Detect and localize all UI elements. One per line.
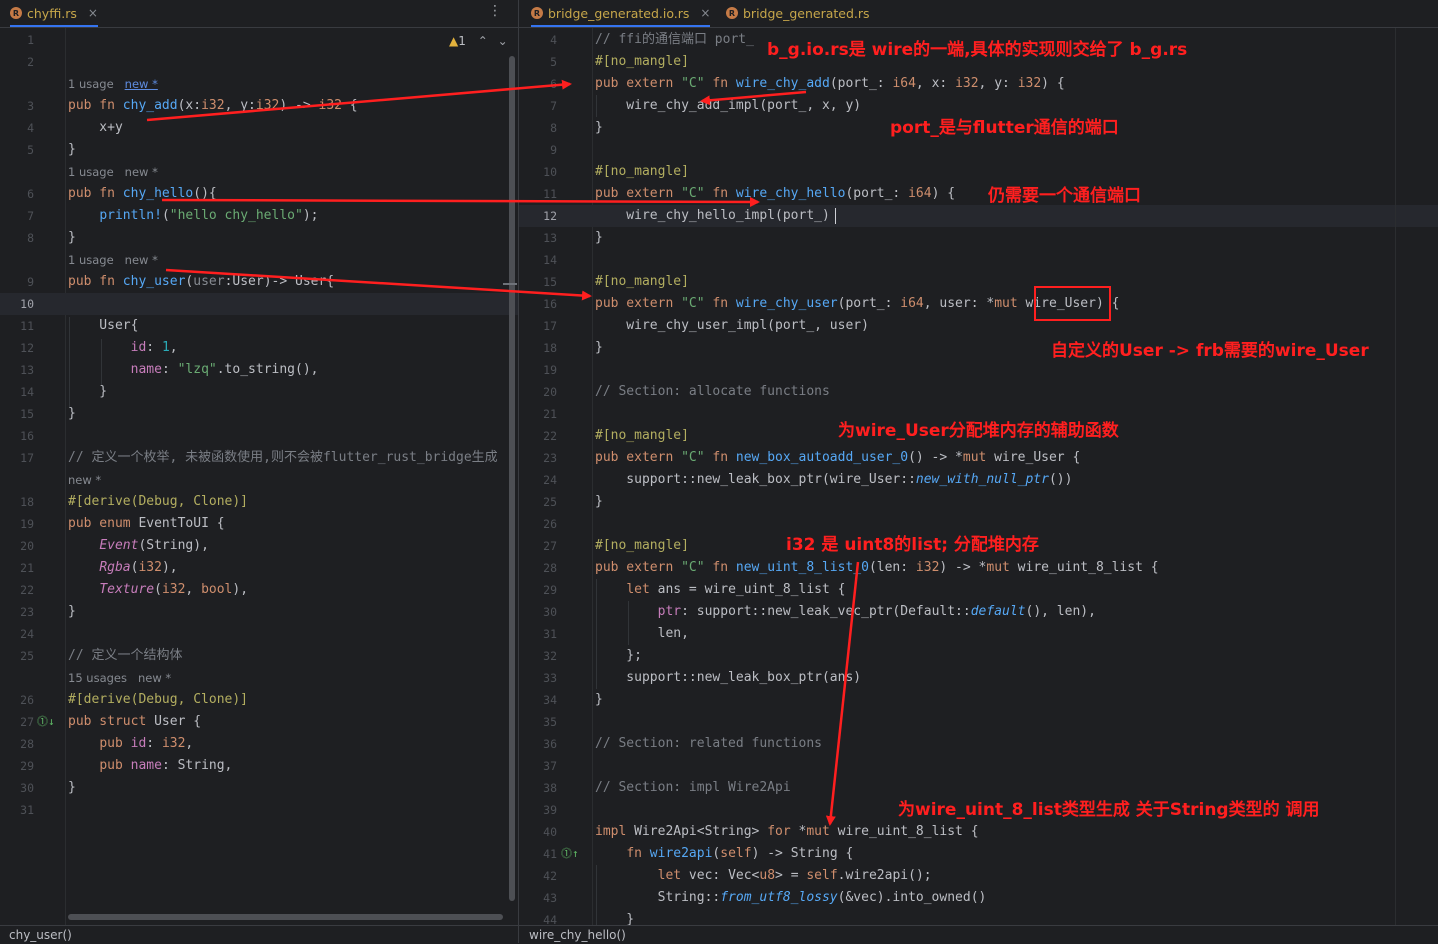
indent-guide: [628, 601, 629, 645]
highlight-box: [1034, 286, 1111, 321]
rust-file-icon: R: [726, 7, 738, 19]
annotation-text: b_g.io.rs是 wire的一端,具体的实现则交给了 b_g.rs: [767, 40, 1188, 60]
vertical-scrollbar[interactable]: [509, 56, 515, 901]
annotation-text: 自定义的User -> frb需要的wire_User: [1051, 341, 1369, 361]
indent-guide: [101, 339, 102, 385]
close-tab-icon[interactable]: ×: [700, 6, 710, 20]
annotation-text: 为wire_uint_8_list类型生成 关于String类型的 调用: [898, 800, 1320, 820]
indent-guide: [596, 865, 597, 925]
usage-hint[interactable]: 1 usage new *: [68, 253, 158, 267]
horizontal-scrollbar[interactable]: [68, 914, 503, 920]
left-status-bar: chy_user(): [0, 925, 518, 944]
text-cursor: [835, 208, 836, 224]
breadcrumb[interactable]: wire_chy_hello(): [529, 928, 626, 942]
left-tab-bar: R chyffi.rs × ⋮: [0, 0, 518, 28]
annotation-text: 仍需要一个通信端口: [988, 186, 1141, 206]
indent-guide: [596, 95, 597, 117]
usage-hint[interactable]: 1 usage new *: [68, 77, 158, 91]
usage-hint[interactable]: 1 usage new *: [68, 165, 158, 179]
change-marker: [503, 283, 517, 285]
tab-chyffi-rs[interactable]: R chyffi.rs ×: [10, 0, 98, 27]
indent-guide: [69, 317, 70, 407]
tab-bridge-generated-rs[interactable]: R bridge_generated.rs: [726, 0, 870, 26]
rust-file-icon: R: [10, 7, 22, 19]
more-options-icon[interactable]: ⋮: [488, 3, 502, 19]
breadcrumb[interactable]: chy_user(): [9, 928, 72, 942]
annotation-text: i32 是 uint8的list; 分配堆内存: [786, 535, 1039, 555]
tab-bridge-generated-io-rs[interactable]: R bridge_generated.io.rs ×: [531, 0, 711, 27]
annotation-text: 为wire_User分配堆内存的辅助函数: [838, 421, 1119, 441]
usage-hint[interactable]: new *: [68, 473, 101, 487]
right-tab-bar: R bridge_generated.io.rs × R bridge_gene…: [519, 0, 1438, 28]
annotation-text: port_是与flutter通信的端口: [890, 118, 1119, 138]
rust-file-icon: R: [531, 7, 543, 19]
right-margin-line: [1395, 28, 1396, 925]
overrides-icon[interactable]: ⓵↑: [561, 843, 579, 865]
right-editor-pane: R bridge_generated.io.rs × R bridge_gene…: [519, 0, 1438, 925]
indent-guide: [596, 579, 597, 689]
implemented-icon[interactable]: ⓵↓: [37, 711, 55, 733]
left-editor-pane: R chyffi.rs × ⋮ ▲1 ⌃ ⌄ 1 2 1 usage new *…: [0, 0, 518, 925]
right-status-bar: wire_chy_hello(): [519, 925, 1438, 944]
usage-hint[interactable]: 15 usages new *: [68, 671, 171, 685]
close-tab-icon[interactable]: ×: [88, 6, 98, 20]
